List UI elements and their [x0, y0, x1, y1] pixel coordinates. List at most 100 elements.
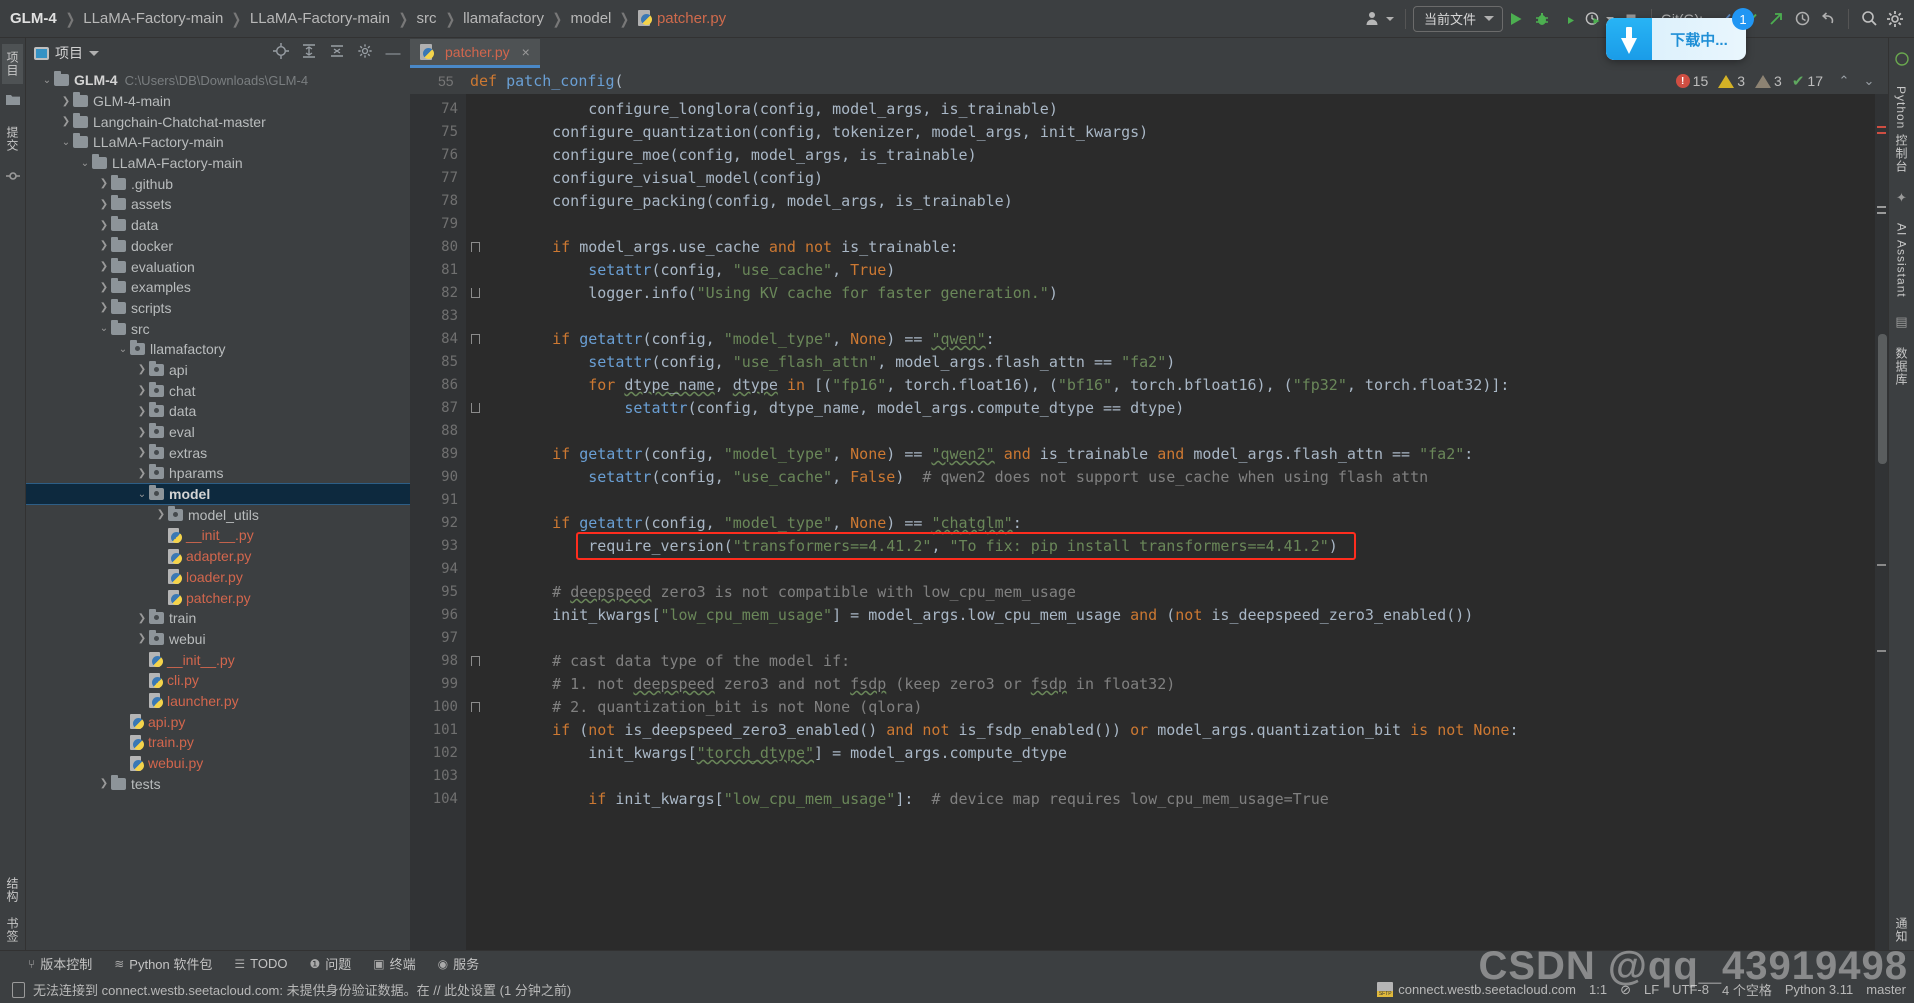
sidebar-item-python-console[interactable]: Python 控制台 [1891, 79, 1912, 180]
search-everywhere-button[interactable] [1856, 6, 1882, 32]
chevron-right-icon[interactable]: ❯ [154, 509, 168, 520]
chevron-up-icon[interactable]: ⌃ [1833, 73, 1855, 89]
run-button[interactable] [1503, 6, 1529, 32]
chevron-down-icon[interactable]: ⌄ [78, 158, 92, 169]
sidebar-item-notifications[interactable]: 通知 [1891, 910, 1912, 950]
tree-item-__init__.py[interactable]: __init__.py [26, 649, 410, 670]
tree-item-llamafactory[interactable]: ⌄ llamafactory [26, 339, 410, 360]
line-number[interactable]: 85 [410, 351, 466, 374]
tree-item-.github[interactable]: ❯ .github [26, 173, 410, 194]
line-number[interactable]: 101 [410, 719, 466, 742]
line-number[interactable]: 88 [410, 420, 466, 443]
ai-assistant-icon[interactable]: ✦ [1896, 190, 1907, 206]
code-line[interactable] [466, 627, 1875, 650]
code-line[interactable]: # 1. not deepspeed zero3 and not fsdp (k… [466, 673, 1875, 696]
tree-item-langchain-chatchat-master[interactable]: ❯ Langchain-Chatchat-master [26, 111, 410, 132]
chevron-right-icon[interactable]: ❯ [97, 240, 111, 251]
chevron-right-icon[interactable]: ❯ [135, 468, 149, 479]
code-line[interactable]: setattr(config, "use_flash_attn", model_… [466, 351, 1875, 374]
chevron-right-icon[interactable]: ❯ [135, 427, 149, 438]
breadcrumb-item-model[interactable]: model [571, 10, 612, 27]
debug-button[interactable] [1529, 6, 1555, 32]
code-line[interactable]: # cast data type of the model if: [466, 650, 1875, 673]
chevron-right-icon[interactable]: ❯ [135, 613, 149, 624]
tree-item-launcher.py[interactable]: launcher.py [26, 691, 410, 712]
line-number[interactable]: 91 [410, 489, 466, 512]
tree-item-llama-factory-main[interactable]: ⌄ LLaMA-Factory-main [26, 132, 410, 153]
profile-selector[interactable] [1361, 6, 1398, 32]
tree-item-extras[interactable]: ❯ extras [26, 442, 410, 463]
download-progress-toast[interactable]: 下载中... [1606, 18, 1746, 60]
editor-scrollbar-thumb[interactable] [1878, 334, 1887, 464]
error-marker-column[interactable] [1875, 94, 1888, 950]
code-line[interactable]: for dtype_name, dtype in [("fp16", torch… [466, 374, 1875, 397]
bottom-tab--[interactable]: ⑂ 版本控制 [28, 954, 92, 973]
line-number[interactable]: 100 [410, 696, 480, 719]
chevron-right-icon[interactable]: ❯ [97, 220, 111, 231]
line-number[interactable]: 87 [410, 397, 480, 420]
line-number[interactable]: 82 [410, 282, 480, 305]
chevron-right-icon[interactable]: ❯ [97, 778, 111, 789]
line-number[interactable]: 86 [410, 374, 466, 397]
code-line[interactable]: configure_moe(config, model_args, is_tra… [466, 144, 1875, 167]
chevron-down-icon[interactable]: ⌄ [59, 137, 73, 148]
tree-item-hparams[interactable]: ❯ hparams [26, 463, 410, 484]
line-number[interactable]: 77 [410, 167, 466, 190]
tab-patcher-py[interactable]: patcher.py × [410, 39, 540, 68]
tree-item-evaluation[interactable]: ❯ evaluation [26, 256, 410, 277]
chevron-down-icon[interactable]: ⌄ [97, 323, 111, 334]
chevron-right-icon[interactable]: ❯ [135, 633, 149, 644]
sidebar-item-project[interactable]: 项目 [2, 44, 23, 84]
status-caret-position[interactable]: 1:1 [1589, 982, 1607, 997]
tree-item-chat[interactable]: ❯ chat [26, 380, 410, 401]
gear-icon[interactable] [354, 43, 376, 63]
expand-all-icon[interactable] [298, 43, 320, 63]
tree-item-assets[interactable]: ❯ assets [26, 194, 410, 215]
undo-button[interactable] [1815, 6, 1841, 32]
code-line[interactable] [466, 305, 1875, 328]
tree-item-eval[interactable]: ❯ eval [26, 422, 410, 443]
line-number[interactable]: 90 [410, 466, 466, 489]
collapse-all-icon[interactable] [326, 43, 348, 63]
status-git-branch[interactable]: master [1866, 982, 1906, 997]
status-interpreter[interactable]: Python 3.11 [1785, 982, 1853, 997]
line-number[interactable]: 104 [410, 788, 466, 811]
sidebar-item-ai-assistant[interactable]: AI Assistant [1893, 216, 1911, 305]
line-number[interactable]: 92 [410, 512, 466, 535]
folder-icon[interactable] [5, 94, 20, 109]
tree-item-adapter.py[interactable]: adapter.py [26, 546, 410, 567]
line-number[interactable]: 93 [410, 535, 466, 558]
highlighted-code-line[interactable]: require_version("transformers==4.41.2", … [466, 535, 1875, 558]
status-message-group[interactable]: 无法连接到 connect.westb.seetacloud.com: 未提供身… [12, 980, 571, 999]
chevron-right-icon[interactable]: ❯ [97, 178, 111, 189]
git-history-button[interactable] [1789, 6, 1815, 32]
chevron-right-icon[interactable]: ❯ [97, 282, 111, 293]
tree-item-model_utils[interactable]: ❯ model_utils [26, 504, 410, 525]
tree-item-api.py[interactable]: api.py [26, 711, 410, 732]
code-line[interactable]: configure_longlora(config, model_args, i… [466, 98, 1875, 121]
code-line[interactable] [466, 765, 1875, 788]
bottom-tab--[interactable]: ◉ 服务 [438, 954, 480, 973]
code-line[interactable] [466, 558, 1875, 581]
code-line[interactable]: if getattr(config, "model_type", None) =… [466, 328, 1875, 351]
line-number[interactable]: 94 [410, 558, 466, 581]
project-tree[interactable]: ⌄ GLM-4 C:\Users\DB\Downloads\GLM-4 ❯ GLM-4-… [26, 68, 410, 950]
code-line[interactable]: logger.info("Using KV cache for faster g… [466, 282, 1875, 305]
hide-panel-icon[interactable]: — [382, 45, 404, 62]
chevron-right-icon[interactable]: ❯ [97, 261, 111, 272]
tree-item-webui[interactable]: ❯ webui [26, 629, 410, 650]
chevron-right-icon[interactable]: ❯ [135, 447, 149, 458]
line-number[interactable]: 74 [410, 98, 466, 121]
tree-item-src[interactable]: ⌄ src [26, 318, 410, 339]
code-line[interactable]: # deepspeed zero3 is not compatible with… [466, 581, 1875, 604]
tree-item-examples[interactable]: ❯ examples [26, 277, 410, 298]
line-number[interactable]: 97 [410, 627, 466, 650]
code-viewport[interactable]: 74 75 76 77 78 79 80 81 82 83 84 85 86 87 88 89 90 91 92 93… [410, 94, 1888, 950]
line-number[interactable]: 79 [410, 213, 466, 236]
bottom-tab--[interactable]: ▣ 终端 [373, 954, 415, 973]
close-icon[interactable]: × [522, 44, 530, 60]
sidebar-item-structure[interactable]: 结构 [2, 870, 23, 910]
python-console-icon[interactable] [1894, 52, 1909, 69]
sidebar-item-bookmarks[interactable]: 书签 [2, 910, 23, 950]
chevron-right-icon[interactable]: ❯ [59, 116, 73, 127]
